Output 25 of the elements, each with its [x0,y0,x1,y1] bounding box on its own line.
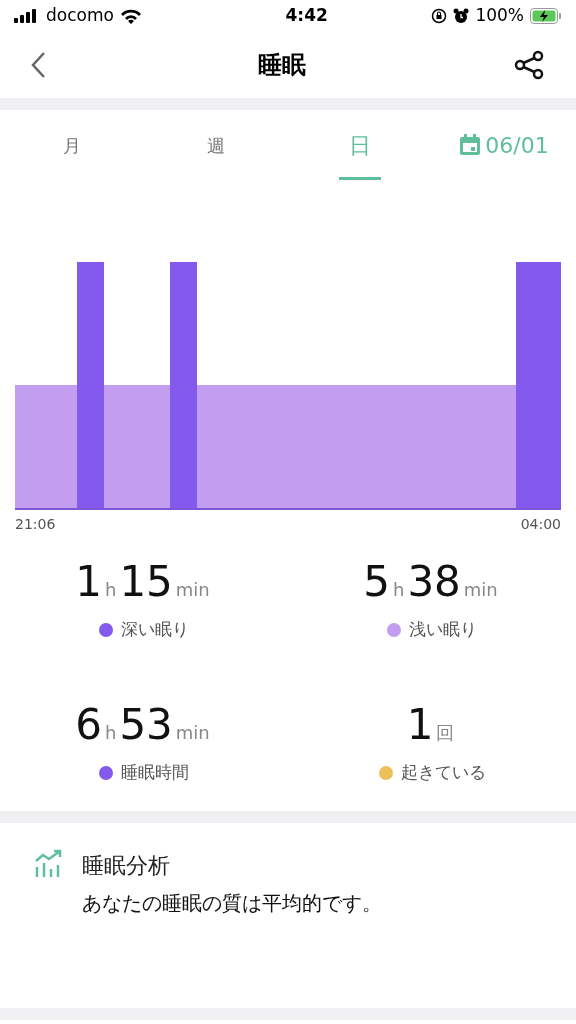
rotation-lock-icon [431,8,448,24]
end-time: 04:00 [520,515,561,534]
alarm-icon [453,8,470,24]
stat-value: 1 回 [406,704,456,746]
battery-percent: 100% [475,4,524,28]
stat-label: 起きている [400,761,486,784]
trend-chart-icon [34,849,64,879]
battery-charging-icon [530,8,562,24]
stat-label: 睡眠時間 [121,761,189,784]
start-time: 21:06 [15,515,56,534]
share-button[interactable] [512,48,546,82]
period-tab[interactable]: 週 [197,110,235,180]
stat-value: 5 h 38 min [363,561,499,603]
carrier-name: docomo [46,4,114,28]
period-tab[interactable]: 月 [53,110,91,180]
status-time: 4:42 [285,4,328,28]
stat-value: 6 h 53 min [75,704,211,746]
page-title: 睡眠 [258,50,306,81]
stat-label: 浅い眠り [409,618,477,641]
wifi-icon [119,8,142,24]
calendar-icon [459,134,482,156]
stat-label: 深い眠り [121,618,189,641]
analysis-title: 睡眠分析 [82,852,171,880]
analysis-text: あなたの睡眠の質は平均的です。 [82,890,382,917]
stat-value: 1 h 15 min [75,561,211,603]
